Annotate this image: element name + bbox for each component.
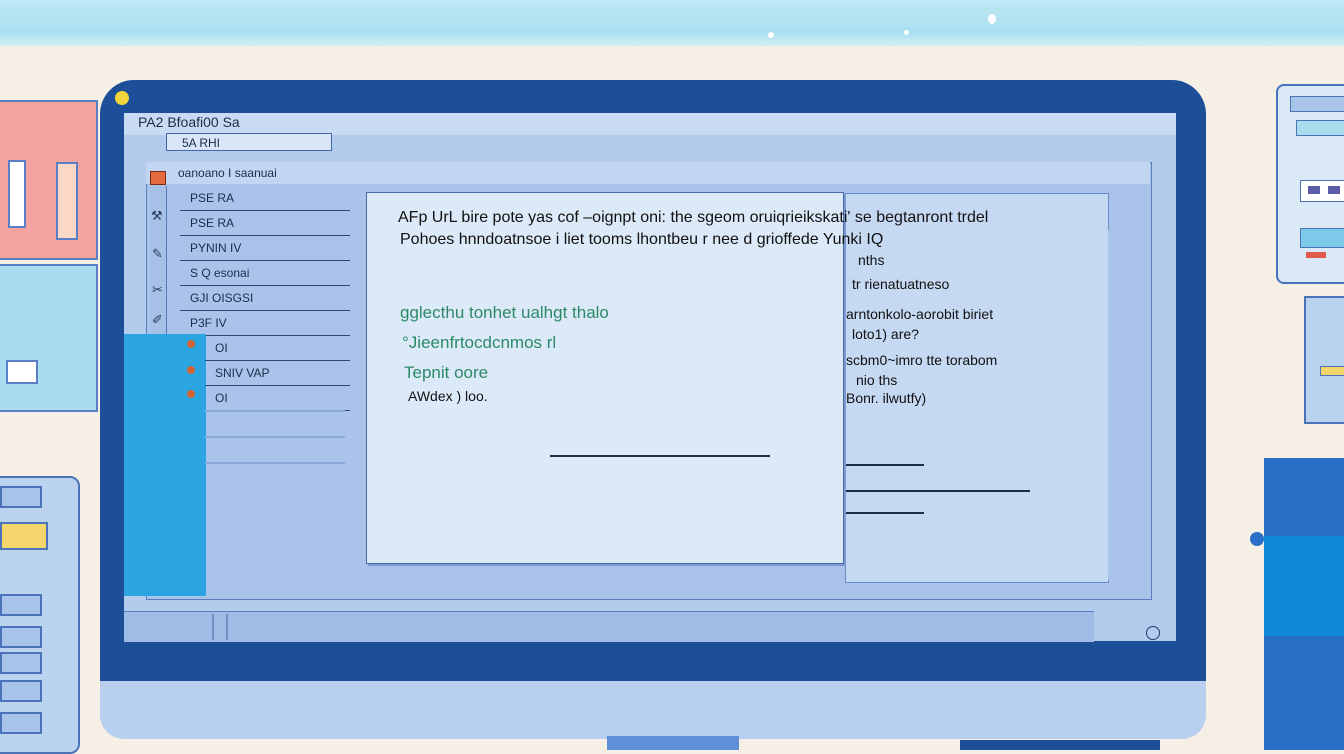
details-panel (845, 193, 1109, 583)
list-item-label: SNIV VAP (215, 366, 270, 380)
accent-panel (124, 334, 206, 596)
decorative-shape (1290, 96, 1344, 112)
sidebar-item-label: S Q esonai (190, 266, 250, 280)
decorative-slot (0, 712, 42, 734)
decorative-shape (1328, 186, 1340, 194)
sidebar-item-label: PSE RA (190, 216, 235, 230)
panel-text: arntonkolo-aorobit biriet (846, 306, 994, 322)
divider (846, 512, 924, 514)
list-item-label: OI (215, 391, 228, 405)
wrench-icon[interactable]: ⚒ (151, 208, 163, 224)
cloud-dot (988, 14, 996, 24)
decorative-shape (1296, 120, 1344, 136)
sidebar-item[interactable]: PSE RA (180, 211, 350, 236)
document-link[interactable]: gglecthu tonhet ualhgt thalo (400, 303, 609, 323)
pencil-icon[interactable]: ✎ (152, 246, 163, 262)
bullet-dot (187, 390, 195, 398)
decorative-dot (1250, 532, 1264, 546)
secondary-list: OI SNIV VAP OI (205, 336, 350, 411)
sidebar-nav: PSE RA PSE RA PYNIN IV S Q esonai GJI OI… (180, 186, 350, 336)
scrollbar-notch (226, 614, 228, 640)
panel-edge (1108, 230, 1126, 580)
scrollbar-notch (212, 614, 214, 640)
list-item[interactable]: SNIV VAP (205, 361, 350, 386)
sidebar-item[interactable]: GJI OISGSI (180, 286, 350, 311)
sidebar-item-label: GJI OISGSI (190, 291, 254, 305)
divider (205, 410, 345, 412)
document-link[interactable]: °Jieenfrtocdcnmos rl (402, 333, 556, 353)
decorative-shape (1300, 228, 1344, 248)
decorative-slot (0, 680, 42, 702)
decorative-shape (6, 360, 38, 384)
panel-text: scbm0~imro tte torabom (846, 352, 998, 368)
cloud-dot (768, 32, 774, 38)
window-header (146, 162, 1150, 184)
sidebar-item-label: P3F IV (190, 316, 227, 330)
decorative-panel (1264, 536, 1344, 636)
document-heading: AFp UrL bire pote yas cof –oignpt oni: t… (398, 209, 989, 226)
sidebar-item-label: PYNIN IV (190, 241, 242, 255)
divider (846, 490, 1030, 492)
document-note: AWdex ) loo. (408, 388, 488, 404)
decorative-shape (1308, 186, 1320, 194)
sky-strip (0, 0, 1344, 46)
panel-text: loto1) are? (852, 326, 919, 342)
decorative-device (1304, 296, 1344, 424)
app-titlebar (124, 113, 1176, 135)
divider (846, 464, 924, 466)
sidebar-item[interactable]: PSE RA (180, 186, 350, 211)
document-subheading: Pohoes hnndoatnsoe i liet tooms lhontbeu… (400, 231, 884, 248)
monitor-stand (607, 736, 739, 750)
signature-line (550, 455, 770, 457)
sidebar-item[interactable]: PYNIN IV (180, 236, 350, 261)
app-title: PA2 Bfoafi00 Sa (138, 114, 240, 130)
decorative-slot (0, 522, 48, 550)
decorative-shape (8, 160, 26, 228)
list-item[interactable]: OI (205, 386, 350, 411)
list-item[interactable]: OI (205, 336, 350, 361)
bottom-scrollbar[interactable] (124, 611, 1094, 642)
document-link[interactable]: Tepnit oore (404, 363, 488, 383)
panel-text: nths (858, 252, 885, 268)
bullet-dot (187, 366, 195, 374)
panel-text: Bonr. ilwutfy) (846, 390, 927, 406)
close-icon[interactable] (150, 171, 166, 185)
vertical-toolbar[interactable]: ⚒ ✎ ✂ ✐ (150, 186, 167, 336)
decorative-slot (0, 486, 42, 508)
address-text: 5A RHI (182, 136, 221, 150)
list-item-label: OI (215, 341, 228, 355)
divider (205, 436, 345, 438)
decorative-slot (0, 594, 42, 616)
decorative-base (960, 740, 1160, 750)
window-header-text: oanoano I saanuai (178, 166, 277, 180)
sidebar-item-label: PSE RA (190, 191, 235, 205)
cloud-dot (904, 30, 909, 35)
brush-icon[interactable]: ✐ (152, 312, 163, 328)
decorative-shape (56, 162, 78, 240)
panel-text: nio ths (856, 372, 898, 388)
divider (205, 462, 345, 464)
monitor-chin (100, 678, 1206, 739)
sidebar-item[interactable]: P3F IV (180, 311, 350, 336)
power-button-icon[interactable] (1146, 626, 1160, 640)
decorative-shape (1306, 252, 1326, 258)
decorative-card (0, 264, 98, 412)
sidebar-item[interactable]: S Q esonai (180, 261, 350, 286)
decorative-slot (0, 626, 42, 648)
decorative-slot (0, 652, 42, 674)
bullet-dot (187, 340, 195, 348)
panel-text: tr rienatuatneso (852, 276, 950, 292)
power-led (115, 91, 129, 105)
decorative-shape (1320, 366, 1344, 376)
link-icon[interactable]: ✂ (152, 282, 163, 298)
